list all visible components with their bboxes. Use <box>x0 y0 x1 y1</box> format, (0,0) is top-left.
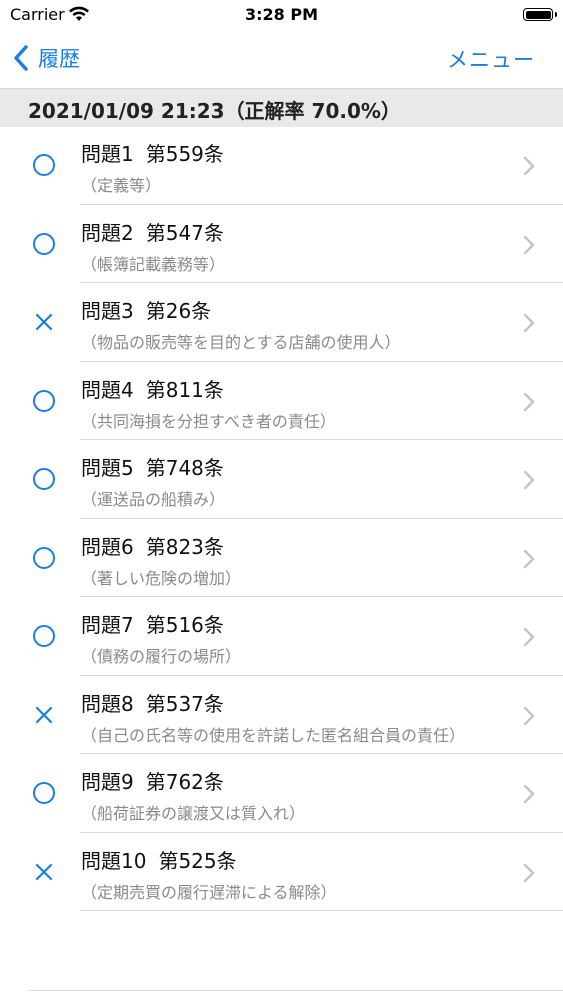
chevron-right-icon <box>523 627 535 647</box>
item-title: 問題5 第748条 <box>81 452 224 481</box>
article-label: 第811条 <box>145 377 224 402</box>
article-label: 第762条 <box>145 770 224 794</box>
back-button-label: 履歴 <box>38 47 80 71</box>
item-subtitle: （帳簿記載義務等） <box>81 254 226 274</box>
question-label: 問題2 <box>81 220 134 245</box>
chevron-right-icon <box>523 863 535 883</box>
back-button[interactable]: 履歴 <box>12 40 80 76</box>
article-label: 第823条 <box>145 534 224 559</box>
incorrect-cross-icon <box>31 859 57 885</box>
chevron-right-icon <box>523 235 535 255</box>
navigation-bar: 履歴 メニュー <box>0 30 563 86</box>
battery-icon <box>523 8 557 21</box>
correct-circle-icon <box>31 388 57 414</box>
chevron-right-icon <box>523 549 535 569</box>
item-title: 問題6 第823条 <box>81 531 224 560</box>
article-label: 第26条 <box>145 299 212 323</box>
item-subtitle: （船荷証券の譲渡又は質入れ） <box>81 804 306 823</box>
article-label: 第748条 <box>145 456 224 480</box>
section-header: 2021/01/09 21:23（正解率 70.0%） <box>0 88 563 127</box>
list-item[interactable]: 問題5 第748条 （運送品の船積み） <box>0 440 563 519</box>
item-title: 問題2 第547条 <box>81 217 224 246</box>
question-label: 問題8 <box>81 691 134 716</box>
menu-button[interactable]: メニュー <box>447 44 535 74</box>
item-title: 問題10 第525条 <box>81 845 237 874</box>
list-item[interactable]: 問題2 第547条 （帳簿記載義務等） <box>0 205 563 283</box>
item-title: 問題8 第537条 <box>81 688 224 717</box>
list-item[interactable]: 問題3 第26条 （物品の販売等を目的とする店舗の使用人） <box>0 283 563 362</box>
row-separator <box>80 910 563 911</box>
question-label: 問題7 <box>81 613 134 637</box>
list-item[interactable]: 問題9 第762条 （船荷証券の譲渡又は質入れ） <box>0 754 563 833</box>
item-subtitle: （物品の販売等を目的とする店舗の使用人） <box>81 333 401 352</box>
list-item[interactable]: 問題6 第823条 （著しい危険の増加） <box>0 519 563 597</box>
section-header-title: 2021/01/09 21:23（正解率 70.0%） <box>28 99 401 123</box>
chevron-right-icon <box>523 706 535 726</box>
item-subtitle: （自己の氏名等の使用を許諾した匿名組合員の責任） <box>81 725 466 745</box>
question-label: 問題6 <box>81 534 134 559</box>
correct-circle-icon <box>31 231 57 257</box>
list-item[interactable]: 問題1 第559条 （定義等） <box>0 126 563 205</box>
list-item[interactable]: 問題10 第525条 （定期売買の履行遅滞による解除） <box>0 833 563 911</box>
clock: 3:28 PM <box>244 5 318 24</box>
item-subtitle: （運送品の船積み） <box>81 490 226 509</box>
divider <box>28 990 563 991</box>
item-title: 問題4 第811条 <box>81 374 224 403</box>
item-subtitle: （定義等） <box>81 176 162 195</box>
item-subtitle: （定期売買の履行遅滞による解除） <box>81 882 337 902</box>
article-label: 第537条 <box>145 691 224 716</box>
item-title: 問題1 第559条 <box>81 138 224 167</box>
article-label: 第525条 <box>158 848 237 873</box>
item-subtitle: （債務の履行の場所） <box>81 647 242 666</box>
item-title: 問題7 第516条 <box>81 609 224 638</box>
item-subtitle: （共同海損を分担すべき者の責任） <box>81 411 336 431</box>
question-label: 問題3 <box>81 299 134 323</box>
question-label: 問題5 <box>81 456 134 480</box>
question-label: 問題10 <box>81 848 147 873</box>
list-item[interactable]: 問題7 第516条 （債務の履行の場所） <box>0 597 563 676</box>
article-label: 第516条 <box>145 613 224 637</box>
item-title: 問題3 第26条 <box>81 295 211 324</box>
list-item[interactable]: 問題4 第811条 （共同海損を分担すべき者の責任） <box>0 362 563 440</box>
correct-circle-icon <box>31 466 57 492</box>
correct-circle-icon <box>31 545 57 571</box>
chevron-left-icon <box>14 45 28 71</box>
item-title: 問題9 第762条 <box>81 766 224 795</box>
question-label: 問題1 <box>81 142 134 166</box>
question-label: 問題9 <box>81 770 134 794</box>
chevron-right-icon <box>523 470 535 490</box>
article-label: 第547条 <box>145 220 224 245</box>
correct-circle-icon <box>31 780 57 806</box>
chevron-right-icon <box>523 313 535 333</box>
incorrect-cross-icon <box>31 309 57 335</box>
chevron-right-icon <box>523 156 535 176</box>
article-label: 第559条 <box>145 142 224 166</box>
correct-circle-icon <box>31 623 57 649</box>
incorrect-cross-icon <box>31 702 57 728</box>
chevron-right-icon <box>523 784 535 804</box>
item-subtitle: （著しい危険の増加） <box>81 568 242 588</box>
chevron-right-icon <box>523 392 535 412</box>
list-item[interactable]: 問題8 第537条 （自己の氏名等の使用を許諾した匿名組合員の責任） <box>0 676 563 754</box>
correct-circle-icon <box>31 152 57 178</box>
status-bar: Carrier 3:28 PM <box>0 0 563 30</box>
question-label: 問題4 <box>81 377 134 402</box>
result-list: 問題1 第559条 （定義等） 問題2 第547条 （帳簿記載義務等） 問題3 第26条 （物品… <box>0 126 563 911</box>
